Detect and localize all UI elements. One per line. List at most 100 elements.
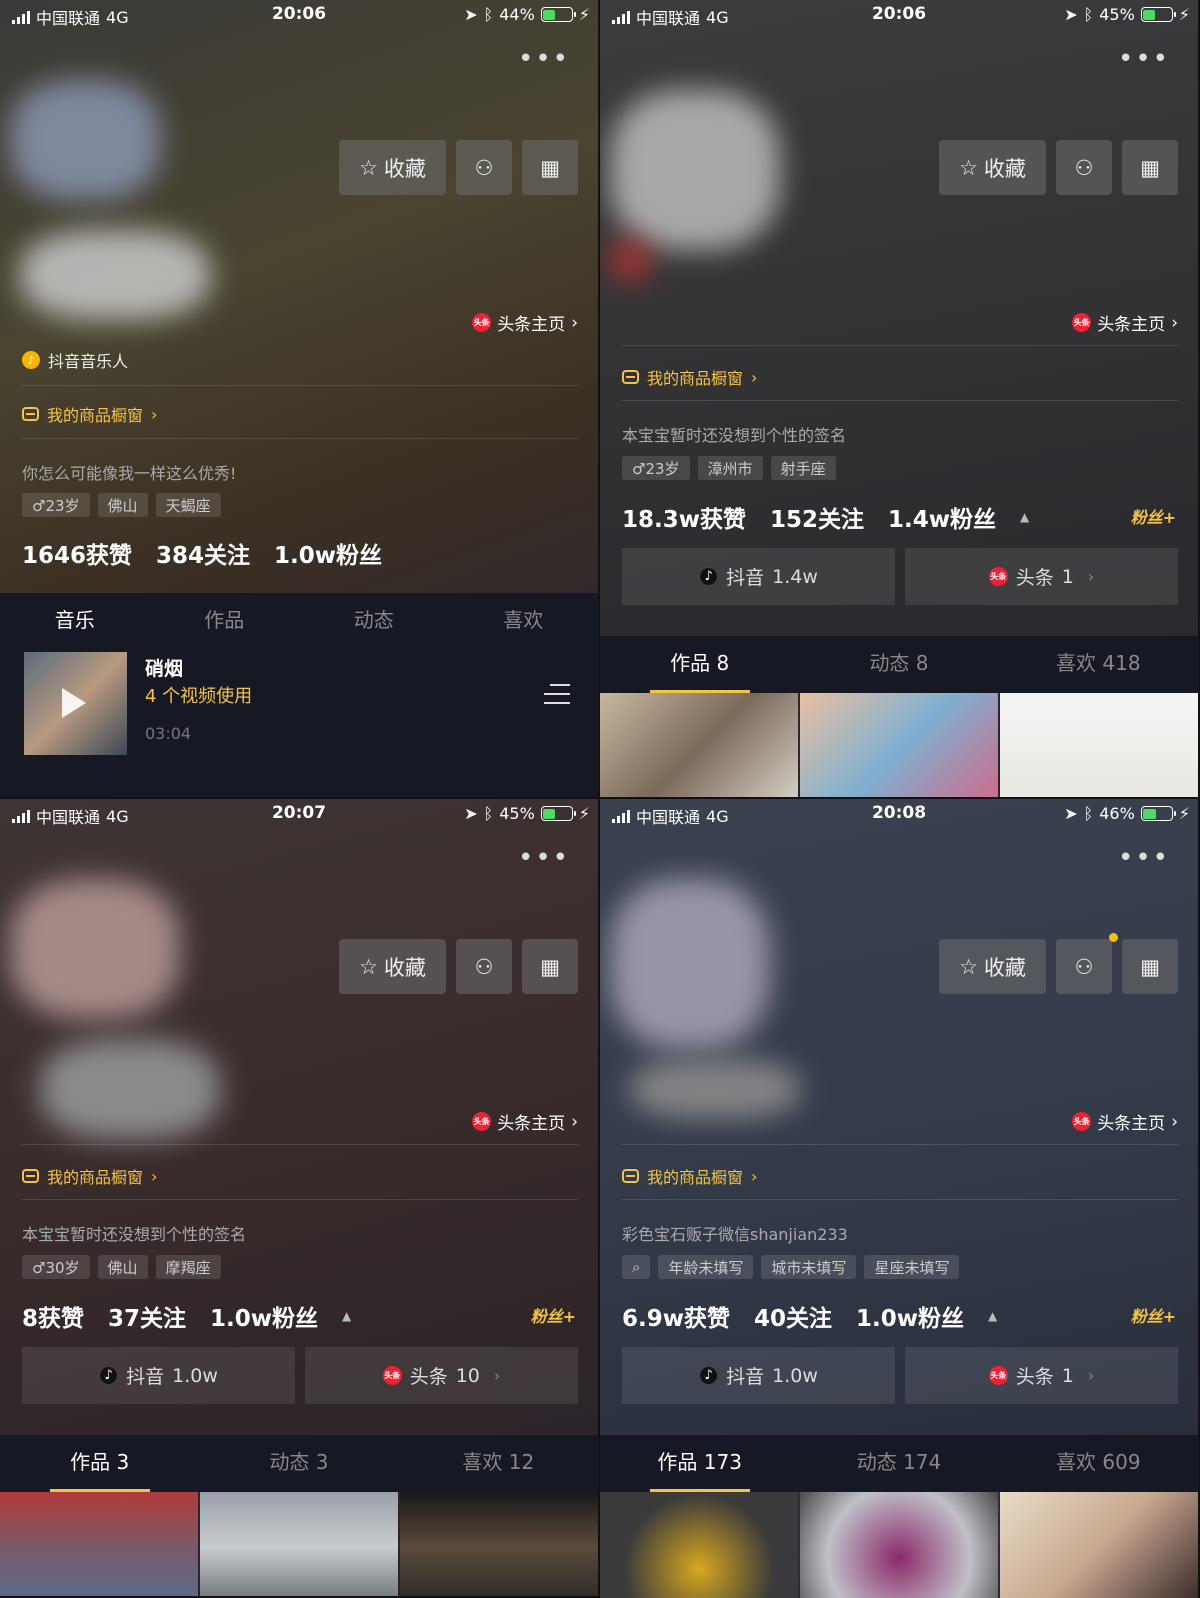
douyin-icon: ♪ — [99, 1366, 119, 1385]
shop-icon — [22, 1169, 39, 1183]
tab-likes[interactable]: 喜欢 418 — [999, 636, 1198, 693]
video-thumbnail[interactable] — [1000, 693, 1198, 797]
status-bar: 中国联通 4G 20:06 ➤ ᛒ 45% ⚡ — [600, 0, 1198, 30]
qr-code-button[interactable]: ▦ — [1122, 140, 1178, 195]
qr-code-button[interactable]: ▦ — [1122, 939, 1178, 994]
toutiao-fans-button[interactable]: 头条 头条 1 › — [905, 548, 1178, 605]
caret-up-icon[interactable]: ▲ — [988, 1309, 997, 1323]
favorite-button[interactable]: ☆ 收藏 — [339, 140, 446, 195]
douyin-fans-button[interactable]: ♪ 抖音 1.4w — [622, 548, 895, 605]
toutiao-homepage-link[interactable]: 头条 头条主页 › — [472, 310, 578, 335]
chevron-right-icon: › — [151, 404, 158, 424]
add-friend-button[interactable]: ⚇ — [456, 939, 512, 994]
bio: 你怎么可能像我一样这么优秀! — [22, 464, 237, 483]
star-icon: ☆ — [359, 954, 378, 979]
likes-count[interactable]: 1646获赞 — [22, 536, 132, 570]
notification-dot — [1109, 933, 1118, 942]
likes-count[interactable]: 8获赞 — [22, 1299, 84, 1333]
fans-badge[interactable]: 粉丝+ — [1131, 504, 1176, 528]
battery-percent: 44% — [499, 5, 535, 24]
following-count[interactable]: 384关注 — [156, 536, 250, 570]
star-icon: ☆ — [959, 155, 978, 180]
tab-works[interactable]: 作品 8 — [600, 636, 799, 693]
more-icon[interactable]: ••• — [1118, 843, 1170, 873]
fans-count[interactable]: 1.0w粉丝 — [210, 1299, 318, 1333]
fans-count[interactable]: 1.0w粉丝 — [274, 536, 382, 570]
shop-window-link[interactable]: 我的商品橱窗 › — [622, 365, 757, 389]
tab-likes[interactable]: 喜欢 609 — [999, 1435, 1198, 1492]
tag-zodiac: 摩羯座 — [155, 1255, 221, 1279]
charging-icon: ⚡ — [578, 804, 590, 823]
toutiao-icon: 头条 — [1072, 313, 1092, 332]
tab-moments[interactable]: 动态 8 — [799, 636, 998, 693]
qr-code-icon: ▦ — [1140, 954, 1160, 979]
chevron-right-icon: › — [1087, 567, 1095, 586]
divider — [22, 1199, 578, 1200]
caret-up-icon[interactable]: ▲ — [1020, 510, 1029, 524]
add-friend-button[interactable]: ⚇ — [456, 140, 512, 195]
toutiao-homepage-link[interactable]: 头条 头条主页 › — [1072, 1109, 1178, 1134]
playlist-icon[interactable] — [544, 684, 570, 711]
video-thumbnail[interactable] — [400, 1492, 598, 1596]
likes-count[interactable]: 18.3w获赞 — [622, 500, 746, 534]
divider — [622, 345, 1178, 346]
douyin-fans-button[interactable]: ♪ 抖音 1.0w — [622, 1347, 895, 1404]
tag-age: ♂30岁 — [22, 1255, 90, 1279]
toutiao-fans-button[interactable]: 头条 头条 10 › — [305, 1347, 578, 1404]
music-item[interactable]: 硝烟 4 个视频使用 03:04 — [0, 640, 598, 797]
star-icon: ☆ — [959, 954, 978, 979]
video-thumbnail[interactable] — [1000, 1492, 1198, 1598]
toutiao-homepage-link[interactable]: 头条 头条主页 › — [1072, 310, 1178, 335]
favorite-button[interactable]: ☆ 收藏 — [939, 140, 1046, 195]
more-icon[interactable]: ••• — [518, 843, 570, 873]
fans-count[interactable]: 1.0w粉丝 — [856, 1299, 964, 1333]
toutiao-homepage-link[interactable]: 头条 头条主页 › — [472, 1109, 578, 1134]
profile-tabs: 作品 173 动态 174 喜欢 609 — [600, 1435, 1198, 1492]
profile-tabs: 作品 3 动态 3 喜欢 12 — [0, 1435, 598, 1492]
more-icon[interactable]: ••• — [1118, 44, 1170, 74]
add-friend-button[interactable]: ⚇ — [1056, 140, 1112, 195]
likes-count[interactable]: 6.9w获赞 — [622, 1299, 730, 1333]
battery-icon — [1140, 7, 1176, 22]
music-note-icon: ♪ — [22, 351, 40, 369]
tab-moments[interactable]: 动态 3 — [199, 1435, 398, 1492]
tab-works[interactable]: 作品 173 — [600, 1435, 799, 1492]
toutiao-icon: 头条 — [988, 1366, 1008, 1385]
toutiao-icon: 头条 — [988, 567, 1008, 586]
shop-window-link[interactable]: 我的商品橱窗 › — [622, 1164, 757, 1188]
qr-code-button[interactable]: ▦ — [522, 140, 578, 195]
divider — [622, 1144, 1178, 1145]
shop-window-link[interactable]: 我的商品橱窗 › — [22, 1164, 157, 1188]
video-thumbnail[interactable] — [800, 693, 998, 797]
battery-percent: 45% — [499, 804, 535, 823]
bluetooth-icon: ᛒ — [483, 804, 494, 823]
caret-up-icon[interactable]: ▲ — [342, 1309, 351, 1323]
more-icon[interactable]: ••• — [518, 44, 570, 74]
profile-panel-3: 中国联通 4G 20:07 ➤ ᛒ 45% ⚡ ••• ☆ 收藏 ⚇ ▦ 头条 头条主… — [0, 799, 598, 1596]
add-user-icon: ⚇ — [1074, 954, 1094, 979]
video-thumbnail[interactable] — [600, 1492, 798, 1598]
favorite-button[interactable]: ☆ 收藏 — [339, 939, 446, 994]
tab-likes[interactable]: 喜欢 12 — [399, 1435, 598, 1492]
video-thumbnail[interactable] — [200, 1492, 398, 1596]
fans-badge[interactable]: 粉丝+ — [1131, 1303, 1176, 1327]
music-cover[interactable] — [24, 652, 127, 755]
toutiao-fans-button[interactable]: 头条 头条 1 › — [905, 1347, 1178, 1404]
add-friend-button[interactable]: ⚇ — [1056, 933, 1118, 994]
fans-badge[interactable]: 粉丝+ — [531, 1303, 576, 1327]
status-bar: 中国联通 4G 20:07 ➤ ᛒ 45% ⚡ — [0, 799, 598, 829]
following-count[interactable]: 40关注 — [754, 1299, 832, 1333]
following-count[interactable]: 37关注 — [108, 1299, 186, 1333]
douyin-fans-button[interactable]: ♪ 抖音 1.0w — [22, 1347, 295, 1404]
video-thumbnail[interactable] — [0, 1492, 198, 1596]
qr-code-button[interactable]: ▦ — [522, 939, 578, 994]
add-user-icon: ⚇ — [474, 954, 494, 979]
tab-works[interactable]: 作品 3 — [0, 1435, 199, 1492]
favorite-button[interactable]: ☆ 收藏 — [939, 939, 1046, 994]
following-count[interactable]: 152关注 — [770, 500, 864, 534]
shop-window-link[interactable]: 我的商品橱窗 › — [22, 402, 157, 426]
video-thumbnail[interactable] — [600, 693, 798, 797]
fans-count[interactable]: 1.4w粉丝 — [888, 500, 996, 534]
tab-moments[interactable]: 动态 174 — [799, 1435, 998, 1492]
video-thumbnail[interactable] — [800, 1492, 998, 1598]
